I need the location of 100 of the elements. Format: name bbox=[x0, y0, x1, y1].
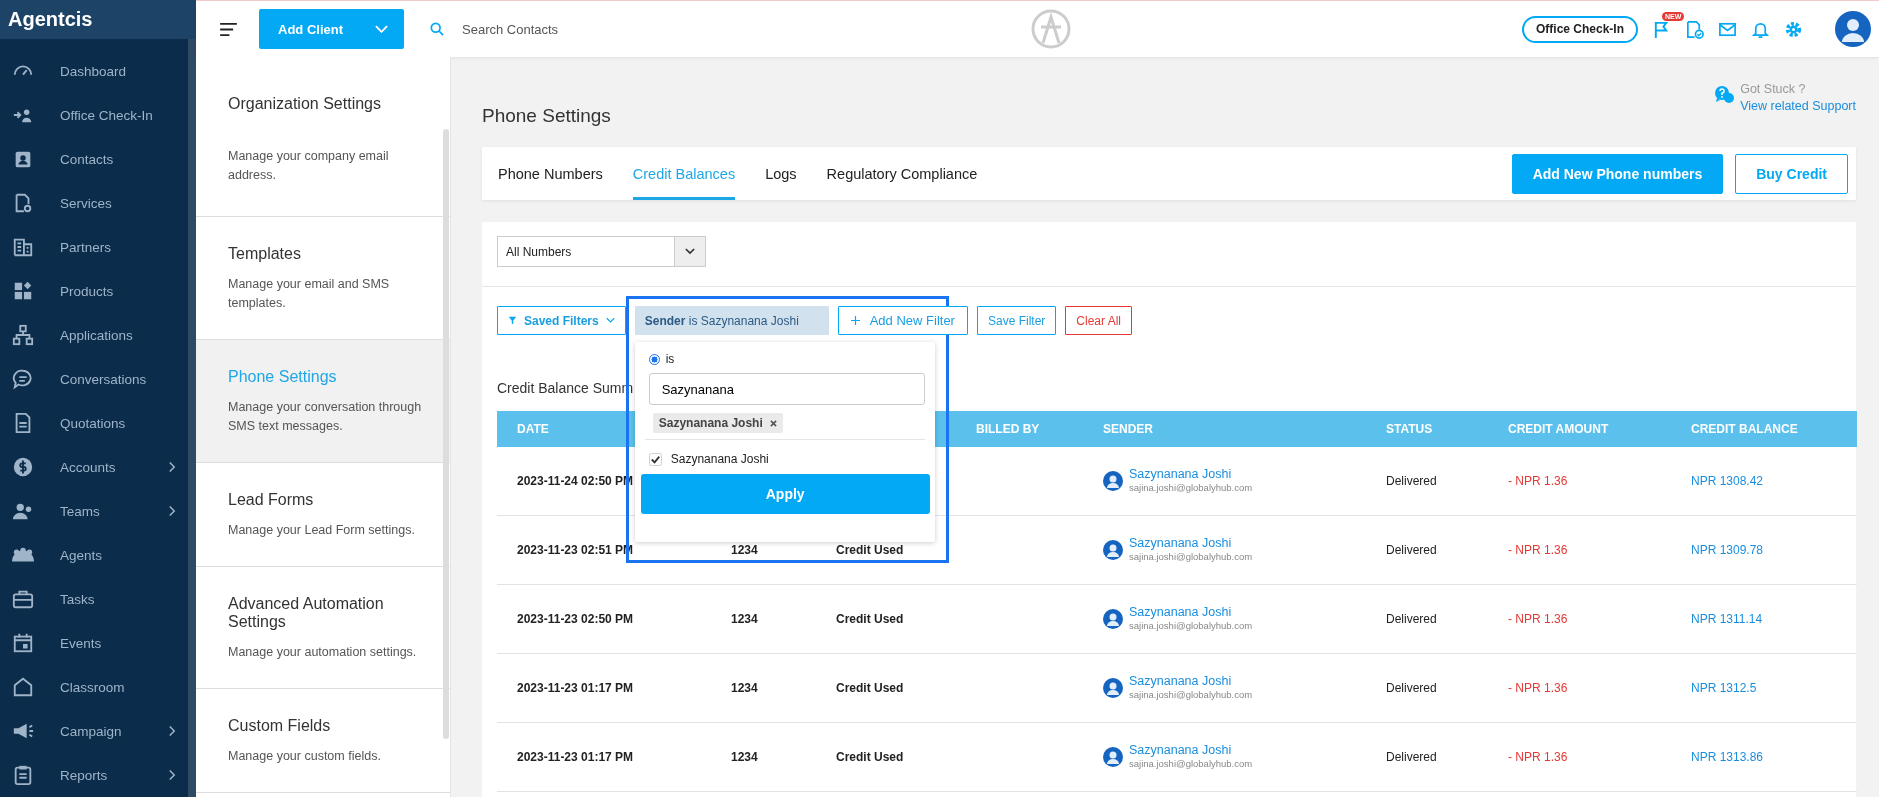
logo-icon bbox=[1031, 9, 1071, 49]
sidebar-item[interactable]: Applications bbox=[0, 313, 188, 357]
checkbox[interactable] bbox=[648, 452, 662, 466]
settings-title: Phone Settings bbox=[228, 368, 338, 386]
caret-icon bbox=[685, 248, 695, 255]
number-select[interactable]: All Numbers bbox=[497, 236, 706, 267]
sender-link[interactable]: Sazynanana Joshi bbox=[1129, 674, 1253, 688]
flowchart-icon bbox=[12, 324, 34, 346]
amount-cell: - NPR 1.36 bbox=[1508, 612, 1568, 626]
status-cell: Delivered bbox=[1386, 750, 1437, 764]
radio-option[interactable]: is bbox=[640, 352, 929, 366]
sidebar-item[interactable]: Teams bbox=[0, 489, 188, 533]
sidebar-item[interactable]: Tasks bbox=[0, 577, 188, 621]
amount-cell: - NPR 1.36 bbox=[1508, 474, 1568, 488]
caret-icon bbox=[375, 25, 388, 33]
status-cell: Delivered bbox=[1386, 474, 1437, 488]
settings-title: Templates bbox=[228, 245, 302, 263]
sender-link[interactable]: Sazynanana Joshi bbox=[1129, 743, 1253, 757]
balance-cell: NPR 1312.5 bbox=[1691, 681, 1757, 695]
sidebar-item[interactable]: Products bbox=[0, 269, 188, 313]
clear-all-button[interactable]: Clear All bbox=[1065, 306, 1132, 335]
sidebar-item[interactable]: Events bbox=[0, 621, 188, 665]
sender-link[interactable]: Sazynanana Joshi bbox=[1129, 467, 1253, 481]
tab[interactable]: Logs bbox=[765, 147, 797, 200]
settings-description: Manage your email and SMS templates. bbox=[228, 276, 391, 312]
avatar-icon[interactable] bbox=[1835, 11, 1871, 47]
column-header: STATUS bbox=[1386, 422, 1433, 436]
filter-icon bbox=[508, 316, 517, 325]
status-cell: Delivered bbox=[1386, 681, 1437, 695]
building-icon bbox=[12, 236, 34, 258]
settings-icon[interactable] bbox=[1784, 19, 1803, 39]
settings-item[interactable]: Phone Settings Manage your conversation through SMS text messages. bbox=[196, 340, 450, 463]
filter-chip[interactable]: Sender is Sazynanana Joshi bbox=[634, 306, 829, 335]
amount-cell: - NPR 1.36 bbox=[1508, 681, 1568, 695]
plus-icon bbox=[850, 316, 860, 325]
briefcase-icon bbox=[12, 588, 34, 610]
table-cell: 1234 bbox=[731, 681, 758, 695]
brand-logo[interactable]: Agentcis bbox=[0, 0, 196, 39]
sender-link[interactable]: Sazynanana Joshi bbox=[1129, 536, 1253, 550]
result-option[interactable]: Sazynanana Joshi bbox=[640, 440, 929, 466]
sidebar-item[interactable]: Classroom bbox=[0, 665, 188, 709]
sender-email: sajina.joshi@globalyhub.com bbox=[1129, 757, 1253, 771]
dollar-circle-icon bbox=[12, 456, 34, 478]
settings-description: Manage your company email address. bbox=[228, 148, 390, 184]
status-cell: Delivered bbox=[1386, 543, 1437, 557]
settings-title: Organization Settings bbox=[228, 95, 382, 113]
settings-title: Advanced Automation Settings bbox=[228, 595, 385, 631]
tab[interactable]: Regulatory Compliance bbox=[826, 147, 978, 200]
settings-description: Manage your conversation through SMS text messages. bbox=[228, 399, 423, 435]
clipboard-icon bbox=[12, 764, 34, 786]
blocks-icon bbox=[12, 280, 34, 302]
column-header: CREDIT BALANCE bbox=[1691, 422, 1798, 436]
radio-button[interactable] bbox=[648, 353, 660, 365]
table-cell: 2023-11-23 01:17 PM bbox=[517, 750, 634, 764]
sidebar-item[interactable]: Accounts bbox=[0, 445, 188, 489]
column-header: SENDER bbox=[1103, 422, 1153, 436]
document-check-icon[interactable] bbox=[1685, 19, 1704, 39]
office-check-in-button[interactable]: Office Check-In bbox=[1521, 15, 1638, 43]
sidebar-item[interactable]: Services bbox=[0, 181, 188, 225]
sidebar-item[interactable]: Reports bbox=[0, 753, 188, 797]
sender-email: sajina.joshi@globalyhub.com bbox=[1129, 619, 1253, 633]
sidebar-item[interactable]: Agents bbox=[0, 533, 188, 577]
avatar-icon bbox=[1103, 540, 1123, 560]
avatar-icon bbox=[1103, 747, 1123, 767]
scrollbar[interactable] bbox=[443, 129, 449, 739]
settings-description: Manage your custom fields. bbox=[228, 748, 382, 765]
sidebar-item[interactable]: Quotations bbox=[0, 401, 188, 445]
filter-input[interactable]: Sazynanana bbox=[648, 373, 925, 405]
chevron-down-icon bbox=[605, 316, 615, 325]
sidebar-item[interactable]: Conversations bbox=[0, 357, 188, 401]
chat-bubble-icon bbox=[12, 368, 34, 390]
house-icon bbox=[12, 676, 34, 698]
sender-email: sajina.joshi@globalyhub.com bbox=[1129, 550, 1253, 564]
table-cell: 2023-11-23 02:50 PM bbox=[517, 612, 634, 626]
flag-icon[interactable] bbox=[1652, 19, 1671, 39]
table-cell: 1234 bbox=[731, 612, 758, 626]
table-cell: Credit Used bbox=[836, 681, 904, 695]
balance-cell: NPR 1308.42 bbox=[1691, 474, 1764, 488]
table-cell: Credit Used bbox=[836, 543, 904, 557]
avatar-icon bbox=[1103, 471, 1123, 491]
table-cell: 1234 bbox=[731, 543, 758, 557]
sidebar-item[interactable]: Dashboard bbox=[0, 49, 188, 93]
amount-cell: - NPR 1.36 bbox=[1508, 750, 1568, 764]
close-icon[interactable] bbox=[769, 419, 777, 427]
sidebar-item[interactable]: Campaign bbox=[0, 709, 188, 753]
sidebar-item[interactable]: Partners bbox=[0, 225, 188, 269]
help-question: Got Stuck ? bbox=[1740, 81, 1807, 98]
sidebar-item[interactable]: Contacts bbox=[0, 137, 188, 181]
menu-icon[interactable] bbox=[220, 22, 237, 36]
amount-cell: - NPR 1.36 bbox=[1508, 543, 1568, 557]
avatar-icon bbox=[1103, 609, 1123, 629]
balance-cell: NPR 1311.14 bbox=[1691, 612, 1763, 626]
settings-title: Custom Fields bbox=[228, 717, 332, 735]
sender-email: sajina.joshi@globalyhub.com bbox=[1129, 481, 1253, 495]
chat-question-icon bbox=[1714, 85, 1737, 105]
avatar-icon bbox=[1103, 678, 1123, 698]
sender-link[interactable]: Sazynanana Joshi bbox=[1129, 605, 1253, 619]
tab[interactable]: Phone Numbers bbox=[498, 147, 603, 200]
calendar-icon bbox=[12, 632, 34, 654]
sidebar-item[interactable]: Office Check-In bbox=[0, 93, 188, 137]
